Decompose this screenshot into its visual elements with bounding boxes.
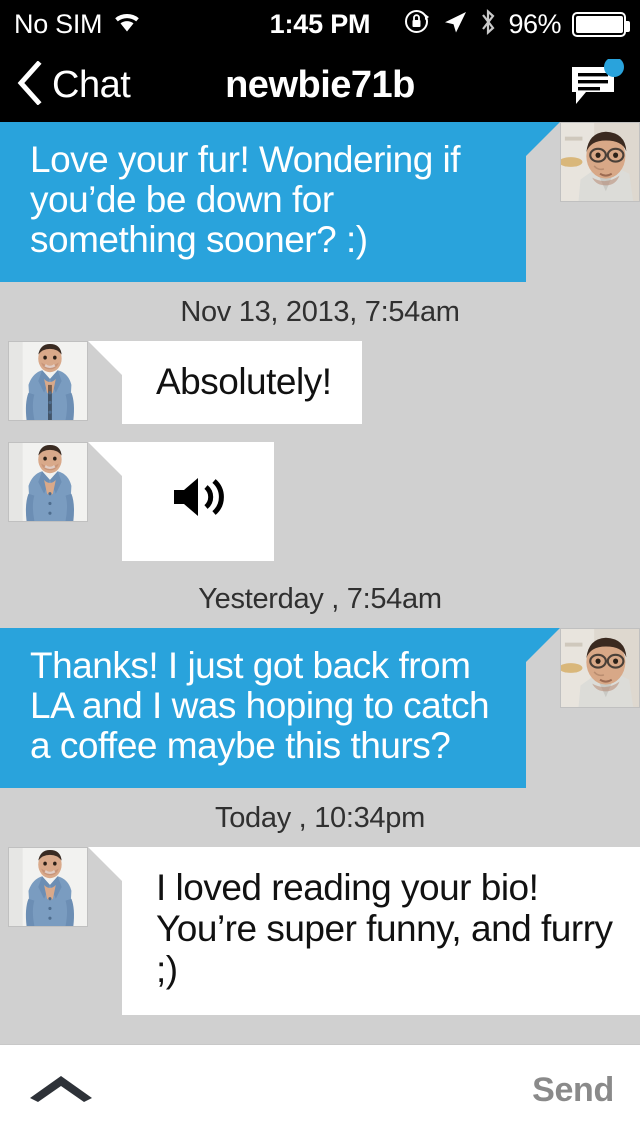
- rotation-lock-icon: [404, 8, 431, 40]
- message-row-incoming: I loved reading your bio! You’re super f…: [0, 847, 640, 1015]
- message-text: Absolutely!: [122, 341, 362, 424]
- message-row-outgoing: Love your fur! Wondering if you’de be do…: [0, 122, 640, 282]
- bubble-tail: [88, 341, 122, 375]
- message-text: Thanks! I just got back from LA and I wa…: [0, 628, 526, 788]
- location-arrow-icon: [442, 9, 468, 40]
- avatar[interactable]: [8, 442, 88, 522]
- message-text: Love your fur! Wondering if you’de be do…: [0, 122, 526, 282]
- bubble-tail: [526, 628, 560, 662]
- send-button[interactable]: Send: [532, 1071, 614, 1110]
- bubble-tail: [526, 122, 560, 156]
- timestamp-label: Yesterday , 7:54am: [0, 561, 640, 628]
- timestamp-label: Today , 10:34pm: [0, 788, 640, 847]
- back-button[interactable]: Chat: [16, 61, 130, 110]
- avatar[interactable]: [8, 341, 88, 421]
- bubble-tail: [88, 847, 122, 881]
- avatar[interactable]: [560, 122, 640, 202]
- message-bubble-incoming[interactable]: I loved reading your bio! You’re super f…: [122, 847, 640, 1015]
- battery-icon: [572, 12, 626, 37]
- bubble-tail: [88, 442, 122, 476]
- message-thread[interactable]: Love your fur! Wondering if you’de be do…: [0, 122, 640, 1044]
- message-row-incoming: Absolutely!: [0, 341, 640, 424]
- wifi-icon: [112, 10, 142, 38]
- compose-toolbar: Send: [0, 1044, 640, 1136]
- bluetooth-icon: [479, 8, 497, 41]
- message-bubble-icon: [562, 98, 624, 115]
- message-bubble-incoming[interactable]: Absolutely!: [122, 341, 362, 424]
- message-row-incoming-audio: [0, 442, 640, 560]
- audio-message-bubble[interactable]: [122, 442, 274, 560]
- message-text-line2: You’re super funny, and furry ;): [156, 908, 614, 991]
- carrier-label: No SIM: [14, 9, 102, 40]
- status-bar-right: 96%: [404, 8, 626, 41]
- status-bar: No SIM 1:45 PM: [0, 0, 640, 48]
- chat-screen: No SIM 1:45 PM: [0, 0, 640, 1136]
- message-row-outgoing: Thanks! I just got back from LA and I wa…: [0, 628, 640, 788]
- back-button-label: Chat: [52, 64, 130, 107]
- message-bubble-outgoing[interactable]: Thanks! I just got back from LA and I wa…: [0, 628, 526, 788]
- chevron-left-icon: [16, 61, 42, 110]
- navigation-bar: Chat newbie71b: [0, 48, 640, 122]
- timestamp-label: Nov 13, 2013, 7:54am: [0, 282, 640, 341]
- messages-button[interactable]: [562, 59, 624, 111]
- avatar[interactable]: [560, 628, 640, 708]
- battery-percent-label: 96%: [508, 9, 561, 40]
- message-text-line1: I loved reading your bio!: [156, 867, 614, 908]
- speaker-audio-icon[interactable]: [170, 474, 230, 528]
- status-bar-left: No SIM: [14, 9, 142, 40]
- chevron-up-icon[interactable]: [26, 1068, 96, 1113]
- message-bubble-outgoing[interactable]: Love your fur! Wondering if you’de be do…: [0, 122, 526, 282]
- avatar[interactable]: [8, 847, 88, 927]
